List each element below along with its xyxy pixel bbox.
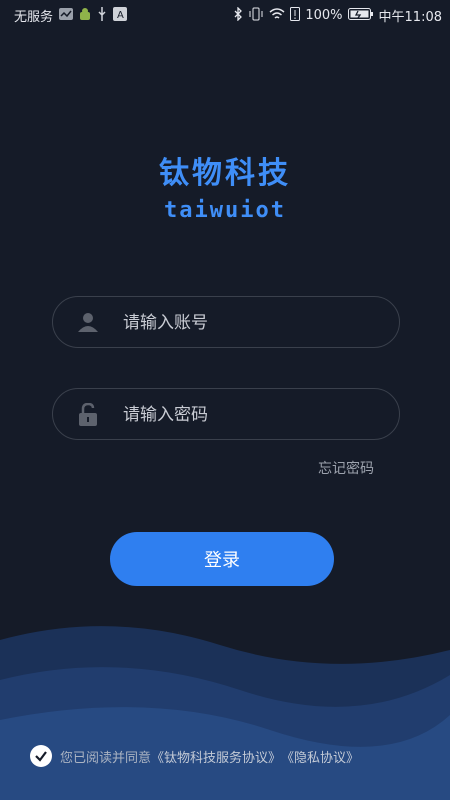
status-left: 无服务 A <box>14 6 128 25</box>
wave-background <box>0 626 450 800</box>
login-button[interactable]: 登录 <box>110 532 334 586</box>
bluetooth-icon <box>233 5 243 25</box>
password-field[interactable] <box>52 388 400 441</box>
agreement-prefix: 您已阅读并同意 <box>60 750 152 766</box>
agreement-row: 您已阅读并同意 《钛物科技服务协议》 《隐私协议》 <box>30 745 359 767</box>
agreement-checkbox[interactable] <box>30 745 52 767</box>
status-bar: 无服务 A 100% 中午11:08 <box>0 0 450 32</box>
carrier-text: 无服务 <box>14 10 54 25</box>
lock-icon <box>77 402 99 426</box>
battery-icon <box>347 7 374 25</box>
forgot-password-link[interactable]: 忘记密码 <box>318 458 374 478</box>
wifi-icon <box>269 7 285 25</box>
check-icon <box>35 751 47 762</box>
status-right: 100% 中午11:08 <box>233 5 442 25</box>
password-input[interactable] <box>121 389 385 441</box>
privacy-agreement-link[interactable]: 《隐私协议》 <box>281 747 359 766</box>
battery-percent: 100% <box>305 8 343 23</box>
account-field[interactable] <box>52 296 400 349</box>
brand: 钛物科技 taiwuiot <box>0 148 450 223</box>
android-icon <box>79 7 91 25</box>
clock: 中午11:08 <box>378 10 442 25</box>
service-agreement-link[interactable]: 《钛物科技服务协议》 <box>151 747 281 766</box>
sim-alert-icon <box>290 6 301 25</box>
brand-title: 钛物科技 <box>159 156 291 191</box>
keyboard-a-icon: A <box>113 6 128 25</box>
svg-text:A: A <box>117 10 124 21</box>
activity-icon <box>59 7 74 24</box>
user-icon <box>77 311 99 333</box>
account-input[interactable] <box>121 297 385 349</box>
usb-icon <box>97 6 107 25</box>
vibrate-icon <box>248 7 264 25</box>
brand-subtitle: taiwuiot <box>164 198 286 223</box>
